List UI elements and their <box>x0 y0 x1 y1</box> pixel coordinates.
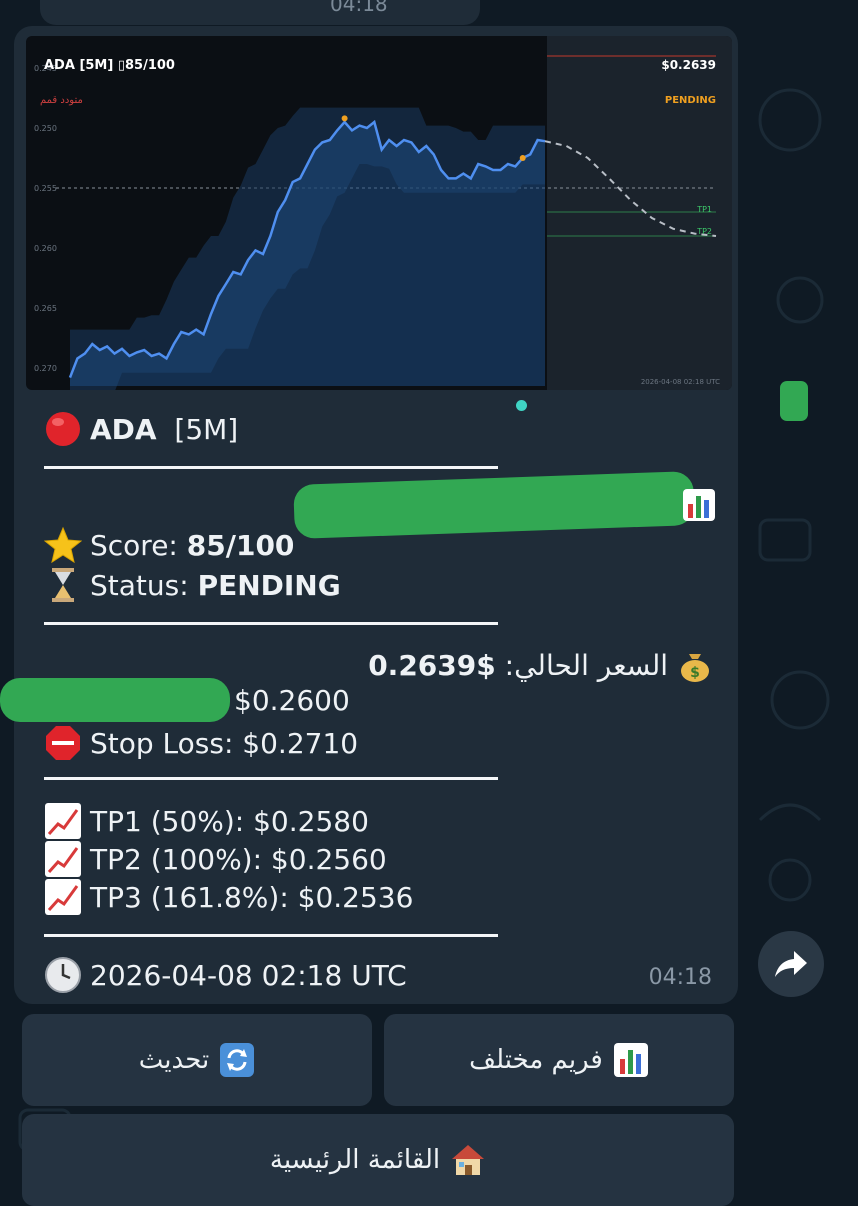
redacted-text-1 <box>293 471 695 539</box>
hourglass-icon <box>52 568 74 602</box>
score-label: Score: <box>90 529 187 562</box>
message-time: 04:18 <box>648 965 712 990</box>
status-label: Status: <box>90 569 198 602</box>
current-price-line: $ السعر الحالي: 0.2639$ <box>368 646 714 684</box>
title-timeframe: [5M] <box>174 413 239 446</box>
chart-title: ADA [5M] ▯85/100 <box>44 58 175 73</box>
stop-loss-text: Stop Loss: $0.2710 <box>90 727 359 760</box>
tp3-text: TP3 (161.8%): $0.2536 <box>90 881 414 914</box>
y-tick-label: 0.260 <box>34 244 57 253</box>
y-tick-label: 0.250 <box>34 124 57 133</box>
pivot-marker <box>341 115 348 122</box>
chart-increasing-icon <box>45 841 81 877</box>
tp1-text: TP1 (50%): $0.2580 <box>90 805 369 838</box>
refresh-button[interactable]: تحديث <box>22 1014 372 1106</box>
share-button[interactable] <box>758 931 824 997</box>
chart-status-label: PENDING <box>665 95 716 106</box>
price-chart: 0.2700.2650.2600.2550.2500.245 ADA [5M] … <box>34 36 732 390</box>
chart-tp2-label: TP2 <box>696 227 712 236</box>
tp2-text: TP2 (100%): $0.2560 <box>90 843 387 876</box>
house-icon <box>452 1145 485 1175</box>
title-symbol: ADA <box>90 413 157 446</box>
refresh-icon <box>220 1043 255 1077</box>
timestamp-line: 2026-04-08 02:18 UTC <box>44 956 407 994</box>
redacted-mark <box>780 381 808 421</box>
current-price-value: 0.2639$ <box>368 649 496 682</box>
status-line: Status: PENDING <box>44 566 341 604</box>
tp1-line: TP1 (50%): $0.2580 <box>44 802 369 840</box>
score-value: 85/100 <box>186 529 295 562</box>
redacted-text-2 <box>0 678 230 722</box>
chart-tp1-label: TP1 <box>696 205 712 214</box>
money-bag-icon: $ <box>681 654 709 682</box>
typing-dot <box>516 400 527 411</box>
separator-2 <box>44 622 498 625</box>
share-arrow-icon <box>775 951 807 977</box>
tp2-line: TP2 (100%): $0.2560 <box>44 840 387 878</box>
chart-price-label: $0.2639 <box>661 58 716 72</box>
svg-text:$: $ <box>690 665 700 681</box>
main-menu-label: القائمة الرئيسية <box>269 1145 441 1175</box>
main-menu-button[interactable]: القائمة الرئيسية <box>22 1114 734 1206</box>
current-price-label: السعر الحالي: <box>495 649 668 682</box>
pivot-marker <box>519 155 526 161</box>
different-frame-button[interactable]: فريم مختلف <box>384 1014 734 1106</box>
y-tick-label: 0.270 <box>34 364 57 373</box>
y-tick-label: 0.255 <box>34 184 57 193</box>
score-line: Score: 85/100 <box>44 526 294 564</box>
chart-footer-timestamp: 2026-04-08 02:18 UTC <box>641 378 720 386</box>
different-frame-label: فريم مختلف <box>469 1045 603 1075</box>
refresh-label: تحديث <box>138 1045 210 1075</box>
tp3-line: TP3 (161.8%): $0.2536 <box>44 878 413 916</box>
message-text: ADA [5M] Score: 85/100 Status: PENDING $… <box>0 390 738 1004</box>
separator-4 <box>44 934 498 937</box>
chart-increasing-icon <box>45 879 81 915</box>
bar-chart-icon <box>613 1043 648 1077</box>
stop-sign-icon <box>46 726 80 760</box>
entry-value: $0.2600 <box>234 684 350 717</box>
chart-image[interactable]: 0.270 0.265 0.260 0.255 0.250 0.245 ADA [5M] … <box>26 36 732 390</box>
y-tick-label: 0.265 <box>34 304 57 313</box>
star-icon <box>44 526 82 564</box>
separator-3 <box>44 777 498 780</box>
title-line: ADA [5M] <box>44 410 238 448</box>
bar-chart-icon <box>683 489 715 521</box>
status-value: PENDING <box>197 569 341 602</box>
previous-message-time: 04:18 <box>330 0 388 16</box>
timestamp-text: 2026-04-08 02:18 UTC <box>90 959 407 992</box>
clock-icon <box>45 957 81 993</box>
previous-message-bubble <box>40 0 480 25</box>
chart-arabic-tag: متودد قمم <box>40 95 83 106</box>
red-circle-icon <box>46 412 80 446</box>
stop-loss-line: Stop Loss: $0.2710 <box>44 724 358 762</box>
chart-increasing-icon <box>45 803 81 839</box>
separator-1 <box>44 466 498 469</box>
